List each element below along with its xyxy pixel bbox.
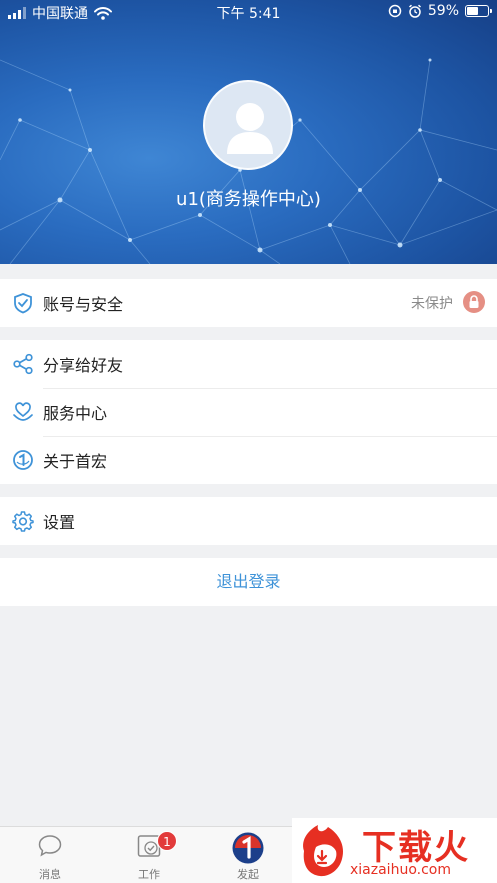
tab-messages[interactable]: 消息 (0, 827, 100, 883)
info-card: 分享给好友 服务中心 关于首宏 (0, 340, 497, 484)
tab-label: 工作 (138, 868, 160, 881)
menu-item-settings[interactable]: 设置 (0, 497, 497, 545)
menu-item-label: 关于首宏 (43, 452, 108, 471)
user-silhouette-icon (227, 103, 273, 154)
menu-item-service-center[interactable]: 服务中心 (0, 388, 497, 436)
flame-logo-icon (303, 825, 344, 877)
logout-button[interactable]: 退出登录 (0, 558, 497, 606)
menu-item-account-security[interactable]: 账号与安全 未保护 (0, 279, 497, 327)
menu-item-label: 账号与安全 (43, 295, 124, 314)
rotation-lock-icon (388, 4, 402, 18)
menu-item-about[interactable]: 关于首宏 (0, 436, 497, 484)
shield-check-icon (14, 293, 32, 314)
battery-percent: 59% (427, 3, 459, 19)
account-card: 账号与安全 未保护 (0, 279, 497, 327)
tab-launch[interactable]: 发起 (198, 827, 298, 883)
watermark: 下载火 xiazaihuo.com (292, 818, 497, 883)
launch-logo-icon (232, 832, 264, 864)
menu-item-share[interactable]: 分享给好友 (0, 340, 497, 388)
avatar[interactable] (203, 80, 293, 170)
menu-item-label: 服务中心 (43, 404, 108, 423)
menu-item-label: 分享给好友 (43, 356, 124, 375)
status-bar: 中国联通 下午 5:41 59% (0, 0, 497, 24)
username: u1(商务操作中心) (176, 189, 321, 210)
brand-logo-icon (13, 450, 33, 470)
share-icon (13, 353, 33, 375)
battery-icon (465, 5, 492, 17)
watermark-url: xiazaihuo.com (350, 862, 451, 878)
protection-status: 未保护 (411, 296, 453, 312)
tab-work[interactable]: 工作 (99, 827, 199, 883)
alarm-icon (408, 4, 421, 18)
chat-bubble-icon (38, 835, 62, 857)
tab-label: 发起 (237, 868, 259, 881)
menu-item-label: 设置 (43, 513, 76, 532)
gear-icon (12, 511, 34, 532)
heart-hands-icon (13, 402, 33, 421)
settings-card: 设置 (0, 497, 497, 545)
work-badge: 1 (157, 831, 177, 851)
tab-label: 消息 (39, 868, 61, 881)
lock-icon (463, 291, 485, 313)
